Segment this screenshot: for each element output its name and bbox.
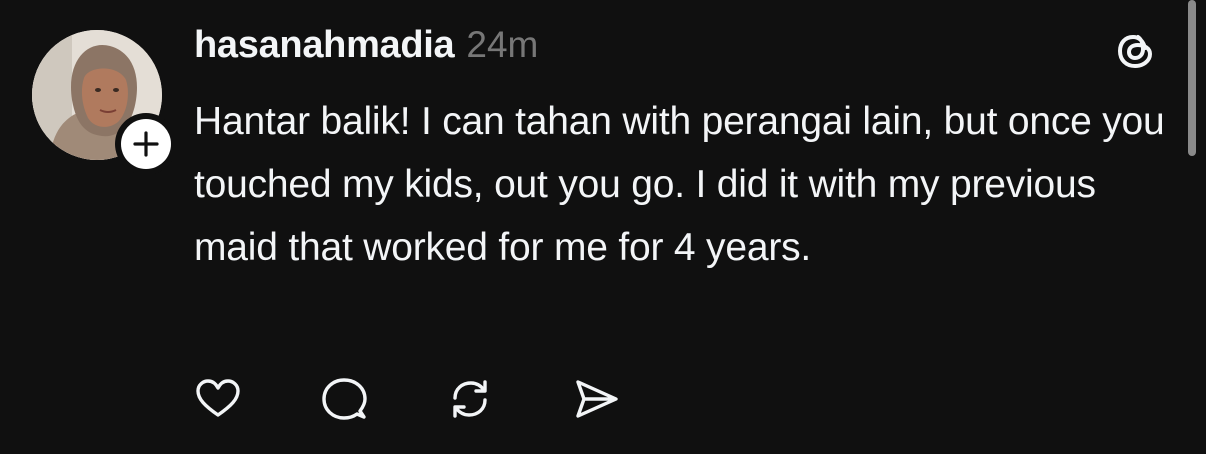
plus-icon <box>133 131 159 157</box>
share-button[interactable] <box>570 373 622 425</box>
reply-button[interactable] <box>318 373 370 425</box>
post-text: Hantar balik! I can tahan with perangai … <box>194 100 1165 269</box>
username[interactable]: hasanahmadia <box>194 24 455 67</box>
follow-button[interactable] <box>115 113 177 175</box>
scrollbar[interactable] <box>1188 0 1196 156</box>
avatar-container[interactable] <box>32 30 177 175</box>
repost-button[interactable] <box>444 373 496 425</box>
post-header: hasanahmadia 24m <box>194 24 538 74</box>
like-button[interactable] <box>192 373 244 425</box>
send-icon <box>576 380 618 418</box>
timestamp: 24m <box>466 24 539 65</box>
follow-badge-inner <box>121 119 171 169</box>
action-bar <box>192 373 696 425</box>
thread-post: hasanahmadia 24m Hantar balik! I can tah… <box>0 0 1206 454</box>
speech-bubble-icon <box>322 378 367 420</box>
threads-logo-icon <box>1112 26 1160 74</box>
repost-icon <box>453 380 487 418</box>
heart-icon <box>196 379 240 417</box>
